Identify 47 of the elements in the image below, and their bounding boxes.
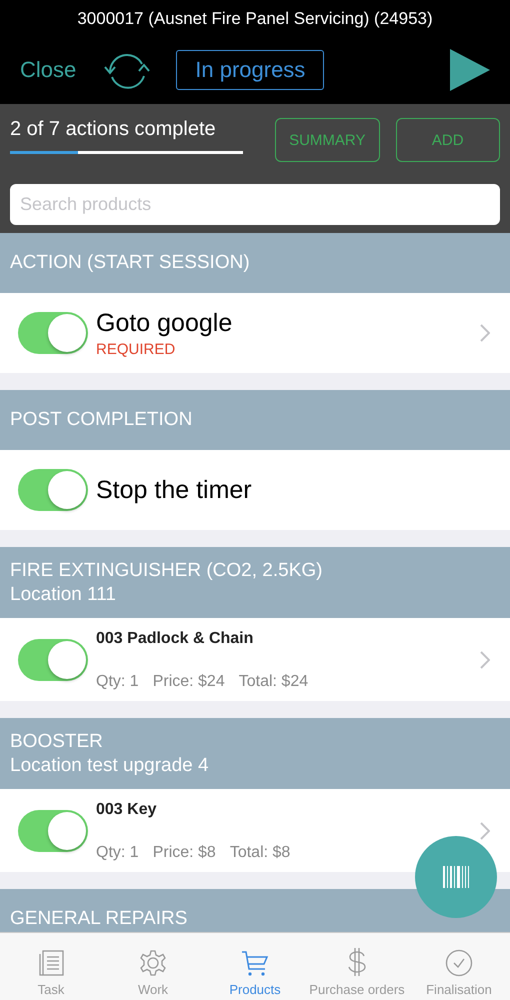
list-row[interactable]: Stop the timer [0,450,510,530]
add-button[interactable]: ADD [396,118,500,162]
tab[interactable]: Finalisation [408,933,510,1000]
product-name: 003 Key [96,801,158,819]
cart-icon [241,949,269,977]
progress-label: 2 of 7 actions complete [10,117,217,141]
chevron-icon [480,324,490,342]
chevron-icon [480,650,490,668]
quantity-text: Qty: 1 [96,844,139,862]
play-icon[interactable] [450,49,490,91]
summary-button[interactable]: SUMMARY [275,118,380,162]
section-location: Location 111 [10,584,117,606]
toggle-switch[interactable] [18,810,88,852]
window-title: 3000017 (Ausnet Fire Panel Servicing) (24953) [76,8,434,30]
tab[interactable]: Work [102,933,204,1000]
close-button[interactable]: Close [20,57,76,83]
list-row[interactable]: 003 Padlock & Chain Qty: 1 Price: $24 Total: $24 [0,618,510,701]
document-icon [37,949,65,977]
section-title: GENERAL REPAIRS [10,908,188,930]
tab[interactable]: Task [0,933,102,1000]
list-row[interactable]: Goto google REQUIRED [0,293,510,373]
product-name: 003 Padlock & Chain [96,630,254,648]
tab[interactable]: Products [204,933,306,1000]
action-name: Goto google [96,308,234,338]
action-name: Stop the timer [96,476,253,504]
tab[interactable]: Purchase orders [306,933,408,1000]
total-text: Total: $24 [238,673,308,691]
section-location: Location test upgrade 4 [10,754,210,776]
total-text: Total: $8 [230,844,290,862]
required-label: REQUIRED [96,340,176,358]
section-title: ACTION (START SESSION) [10,252,251,274]
list-row[interactable]: 003 Key Qty: 1 Price: $8 Total: $8 [0,789,510,872]
search-field[interactable]: Search products [10,184,500,225]
price-text: Price: $24 [152,673,225,691]
status-button[interactable]: In progress [176,50,324,90]
toggle-switch[interactable] [18,312,88,354]
section-title: FIRE EXTINGUISHER (CO2, 2.5KG) [10,560,324,582]
toggle-switch[interactable] [18,638,88,680]
section-title: POST COMPLETION [10,409,194,431]
gear-icon [139,949,167,977]
barcode-icon [443,866,469,888]
chevron-icon [480,822,490,840]
toggle-switch[interactable] [18,469,88,511]
section-title: BOOSTER [10,730,104,752]
price-text: Price: $8 [152,844,216,862]
check-circle-icon [445,949,473,977]
quantity-text: Qty: 1 [96,673,139,691]
